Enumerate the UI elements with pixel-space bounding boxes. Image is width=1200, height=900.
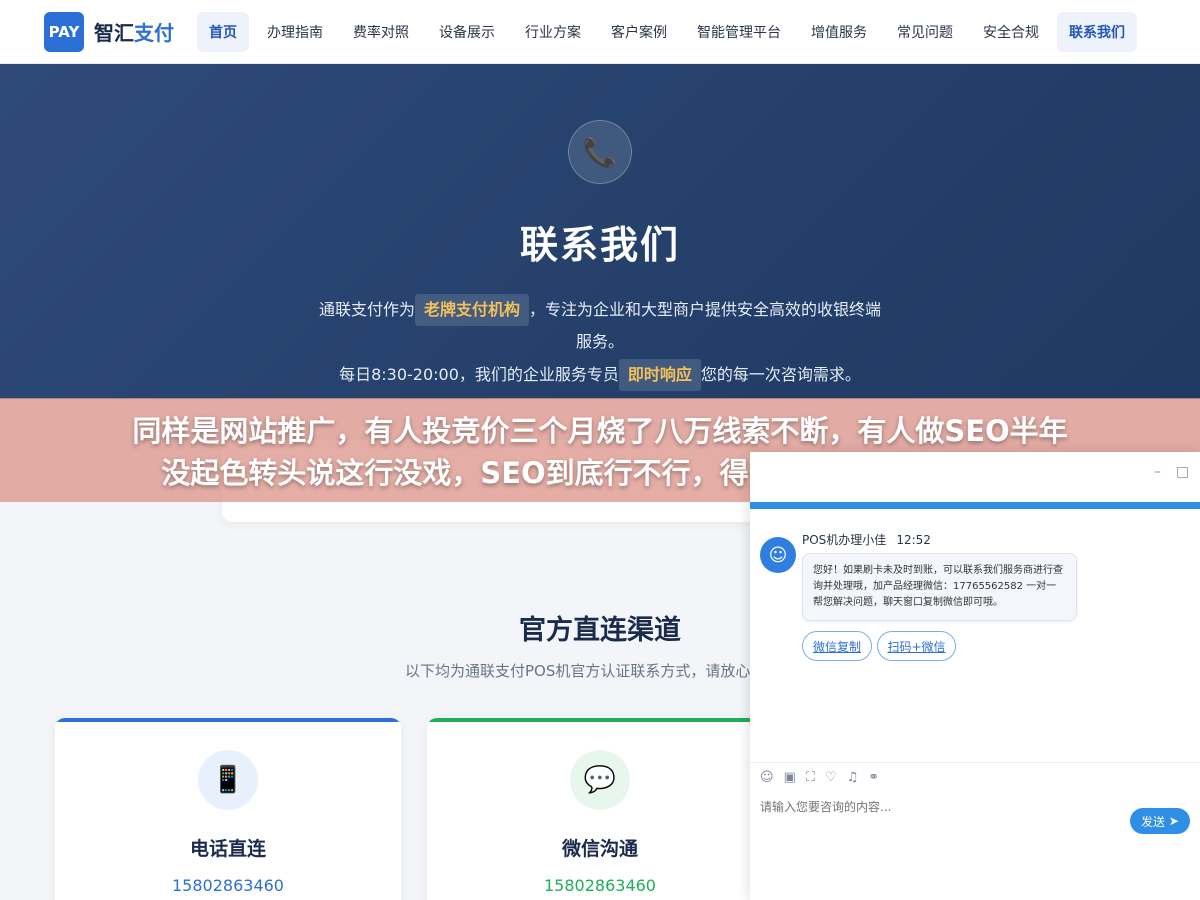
card-title: 微信沟通: [561, 838, 638, 860]
chat-toolbar: ☺ ▣ ⛶ ♡ ♫ ⚭: [760, 770, 879, 785]
site-logo[interactable]: PAY 智汇支付: [44, 11, 194, 52]
nav-item-solutions[interactable]: 行业方案: [513, 12, 593, 52]
chat-divider: [750, 762, 1200, 763]
logo-text-accent: 支付: [134, 21, 174, 45]
hero-text: ，专注为企业和大型商户提供安全高效的收银终端: [529, 300, 882, 319]
chat-bubble-icon: 💬: [570, 750, 630, 810]
voice-icon[interactable]: ♫: [847, 770, 859, 785]
agent-meta: POS机办理小佳 12:52: [802, 531, 931, 548]
chat-message-input[interactable]: [760, 800, 1060, 814]
top-navigation: PAY 智汇支付 首页 办理指南 费率对照 设备展示 行业方案 客户案例 智能管…: [0, 0, 1200, 64]
card-phone-number[interactable]: 15802863460: [55, 876, 401, 895]
main-menu: 首页 办理指南 费率对照 设备展示 行业方案 客户案例 智能管理平台 增值服务 …: [194, 11, 1140, 52]
hero-title: 联系我们: [519, 223, 680, 267]
nav-item-devices[interactable]: 设备展示: [427, 12, 507, 52]
message-time: 12:52: [896, 533, 931, 547]
emoji-icon[interactable]: ☺: [760, 770, 774, 785]
send-label: 发送: [1141, 814, 1166, 829]
hero-desc-line3: 每日8:30-20:00，我们的企业服务专员 即时响应 您的每一次咨询需求。: [280, 359, 920, 391]
card-accent-bar: [427, 718, 773, 722]
nav-item-faq[interactable]: 常见问题: [885, 12, 965, 52]
chat-message-area: ☺ POS机办理小佳 12:52 您好！如果刷卡未及时到账，可以联系我们服务商进行…: [750, 509, 1200, 763]
hero-text: 通联支付作为: [318, 300, 415, 319]
nav-item-platform[interactable]: 智能管理平台: [685, 12, 793, 52]
contact-card-wechat[interactable]: 💬 微信沟通 15802863460: [427, 718, 773, 900]
banner-line-1: 同样是网站推广，有人投竞价三个月烧了八万线索不断，有人做SEO半年: [132, 414, 1068, 448]
nav-item-contact[interactable]: 联系我们: [1057, 11, 1137, 52]
chat-header: – □: [750, 452, 1200, 502]
nav-item-compliance[interactable]: 安全合规: [971, 12, 1051, 52]
hero-text: 每日8:30-20:00，我们的企业服务专员: [339, 365, 619, 384]
hero-highlight: 即时响应: [618, 359, 701, 391]
screenshot-icon[interactable]: ⛶: [806, 770, 815, 785]
minimize-icon[interactable]: –: [1154, 464, 1161, 480]
card-accent-bar: [55, 718, 401, 722]
phone-icon: 📞: [568, 120, 632, 184]
rating-icon[interactable]: ♡: [825, 770, 837, 785]
chat-header-stripe: [750, 502, 1200, 509]
chat-widget: – □ ☺ POS机办理小佳 12:52 您好！如果刷卡未及时到账，可以联系我们服…: [750, 452, 1200, 900]
card-title: 电话直连: [189, 838, 266, 860]
transfer-icon[interactable]: ⚭: [868, 770, 879, 785]
logo-text: 智汇支付: [94, 17, 174, 46]
nav-item-rates[interactable]: 费率对照: [341, 12, 421, 52]
agent-avatar: ☺: [760, 537, 796, 573]
nav-item-home[interactable]: 首页: [197, 11, 249, 52]
scan-wechat-button[interactable]: 扫码+微信: [877, 631, 956, 661]
mobile-phone-icon: 📱: [198, 750, 258, 810]
nav-item-guide[interactable]: 办理指南: [255, 12, 335, 52]
hero-text: 您的每一次咨询需求。: [700, 365, 861, 384]
hero-highlight: 老牌支付机构: [414, 294, 529, 326]
section-subtitle: 以下均为通联支付POS机官方认证联系方式，请放心: [405, 662, 751, 680]
card-phone-number[interactable]: 15802863460: [427, 876, 773, 895]
logo-text-main: 智汇: [94, 21, 134, 45]
hero-section: 📞 联系我们 通联支付作为 老牌支付机构 ，专注为企业和大型商户提供安全高效的收银终…: [0, 64, 1200, 399]
hero-desc-line2: 服务。: [575, 332, 624, 351]
send-arrow-icon: ➤: [1168, 814, 1179, 828]
contact-card-phone[interactable]: 📱 电话直连 15802863460: [55, 718, 401, 900]
hero-desc-line1: 通联支付作为 老牌支付机构 ，专注为企业和大型商户提供安全高效的收银终端: [280, 294, 920, 326]
agent-name: POS机办理小佳: [802, 533, 887, 547]
maximize-icon[interactable]: □: [1176, 464, 1189, 480]
nav-item-value-added[interactable]: 增值服务: [799, 12, 879, 52]
copy-wechat-button[interactable]: 微信复制: [802, 631, 872, 661]
chat-message-bubble: 您好！如果刷卡未及时到账，可以联系我们服务商进行查询并处理哦，加产品经理微信：1…: [802, 553, 1077, 621]
send-button[interactable]: 发送 ➤: [1130, 808, 1190, 834]
logo-badge: PAY: [44, 11, 84, 52]
nav-item-cases[interactable]: 客户案例: [599, 12, 679, 52]
image-icon[interactable]: ▣: [784, 770, 796, 785]
